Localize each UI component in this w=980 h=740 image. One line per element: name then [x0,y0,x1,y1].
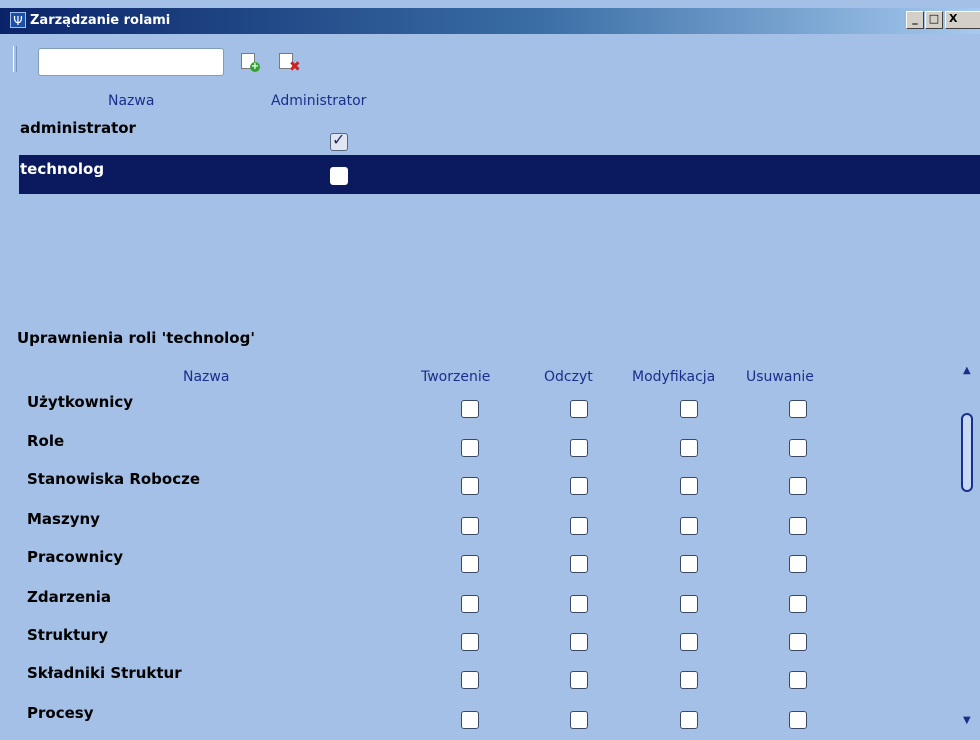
permission-read-checkbox[interactable] [570,555,588,573]
window-title: Zarządzanie rolami [30,13,171,28]
permissions-title: Uprawnienia roli 'technolog' [17,329,255,347]
permission-read-checkbox[interactable] [570,671,588,689]
permission-modify-checkbox[interactable] [680,477,698,495]
permission-delete-checkbox[interactable] [789,477,807,495]
perm-header-name[interactable]: Nazwa [183,369,229,385]
permission-read-checkbox[interactable] [570,633,588,651]
permission-read-checkbox[interactable] [570,517,588,535]
permission-create-checkbox[interactable] [461,400,479,418]
permission-create-checkbox[interactable] [461,671,479,689]
permission-modify-checkbox[interactable] [680,517,698,535]
toolbar-grip[interactable] [13,46,17,72]
permission-create-checkbox[interactable] [461,517,479,535]
title-bar[interactable]: Ψ Zarządzanie rolami _ □ X [0,8,980,34]
scrollbar[interactable]: ▲ ▼ [958,360,980,740]
permission-modify-checkbox[interactable] [680,595,698,613]
permission-read-checkbox[interactable] [570,477,588,495]
permission-modify-checkbox[interactable] [680,671,698,689]
permission-create-checkbox[interactable] [461,477,479,495]
role-name[interactable]: administrator [20,119,136,137]
permission-name: Składniki Struktur [27,664,182,682]
permission-name: Struktury [27,626,109,644]
delete-role-icon[interactable]: ✖ [278,52,302,74]
permission-create-checkbox[interactable] [461,439,479,457]
permission-name: Pracownicy [27,548,124,566]
permission-delete-checkbox[interactable] [789,671,807,689]
permission-name: Role [27,432,65,450]
perm-header-delete[interactable]: Usuwanie [746,369,814,385]
permission-name: Procesy [27,704,94,722]
role-row-selected[interactable] [19,155,980,194]
perm-header-create[interactable]: Tworzenie [421,369,490,385]
scroll-up-icon[interactable]: ▲ [963,365,971,376]
permission-modify-checkbox[interactable] [680,439,698,457]
plus-icon: + [250,61,260,72]
permission-modify-checkbox[interactable] [680,400,698,418]
permission-delete-checkbox[interactable] [789,439,807,457]
scroll-thumb[interactable] [961,413,973,492]
permission-delete-checkbox[interactable] [789,517,807,535]
permission-delete-checkbox[interactable] [789,595,807,613]
x-icon: ✖ [289,59,301,75]
perm-header-read[interactable]: Odczyt [544,369,593,385]
permission-name: Zdarzenia [27,588,111,606]
permission-modify-checkbox[interactable] [680,711,698,729]
permission-read-checkbox[interactable] [570,711,588,729]
app-icon: Ψ [10,12,26,28]
permission-create-checkbox[interactable] [461,633,479,651]
scroll-down-icon[interactable]: ▼ [963,715,971,726]
maximize-button[interactable]: □ [925,11,943,29]
permission-delete-checkbox[interactable] [789,400,807,418]
roles-header-name[interactable]: Nazwa [108,93,154,109]
checkmark-icon: ✓ [332,130,346,149]
permission-delete-checkbox[interactable] [789,711,807,729]
roles-window: Ψ Zarządzanie rolami _ □ X + ✖ Nazwa Adm… [0,0,980,740]
permission-name: Stanowiska Robocze [27,470,201,488]
minimize-button[interactable]: _ [906,11,924,29]
add-role-icon[interactable]: + [240,52,264,74]
permission-delete-checkbox[interactable] [789,633,807,651]
permission-name: Użytkownicy [27,393,134,411]
permission-create-checkbox[interactable] [461,595,479,613]
permission-delete-checkbox[interactable] [789,555,807,573]
permission-read-checkbox[interactable] [570,595,588,613]
role-name[interactable]: technolog [20,160,104,178]
close-button[interactable]: X [945,11,980,29]
permission-read-checkbox[interactable] [570,400,588,418]
toolbar: + ✖ [0,44,980,80]
permission-modify-checkbox[interactable] [680,633,698,651]
permission-create-checkbox[interactable] [461,555,479,573]
admin-checkbox[interactable] [330,167,348,185]
perm-header-modify[interactable]: Modyfikacja [632,369,715,385]
roles-header-admin[interactable]: Administrator [271,93,366,109]
permission-modify-checkbox[interactable] [680,555,698,573]
admin-checkbox[interactable]: ✓ [330,130,348,151]
permission-create-checkbox[interactable] [461,711,479,729]
permission-read-checkbox[interactable] [570,439,588,457]
permission-name: Maszyny [27,510,100,528]
search-input[interactable] [38,48,224,76]
